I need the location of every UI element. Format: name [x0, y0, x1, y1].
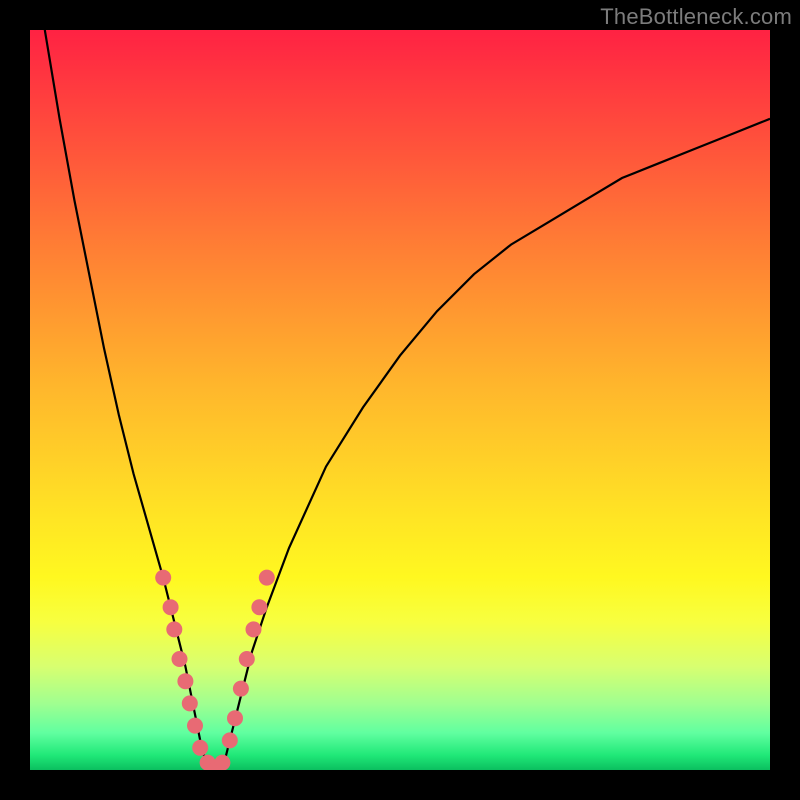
curve-right-branch: [222, 119, 770, 770]
marker-point: [259, 570, 275, 586]
marker-point: [251, 599, 267, 615]
chart-frame: TheBottleneck.com: [0, 0, 800, 800]
marker-point: [155, 570, 171, 586]
plot-area: [30, 30, 770, 770]
marker-point: [163, 599, 179, 615]
marker-point: [166, 621, 182, 637]
marker-point: [172, 651, 188, 667]
marker-point: [246, 621, 262, 637]
watermark-text: TheBottleneck.com: [600, 4, 792, 30]
marker-point: [214, 755, 230, 770]
chart-svg: [30, 30, 770, 770]
marker-point: [233, 681, 249, 697]
marker-point: [177, 673, 193, 689]
marker-group: [155, 570, 275, 770]
marker-point: [222, 732, 238, 748]
marker-point: [239, 651, 255, 667]
marker-point: [187, 718, 203, 734]
marker-point: [227, 710, 243, 726]
marker-point: [182, 695, 198, 711]
marker-point: [192, 740, 208, 756]
curve-group: [45, 30, 770, 770]
